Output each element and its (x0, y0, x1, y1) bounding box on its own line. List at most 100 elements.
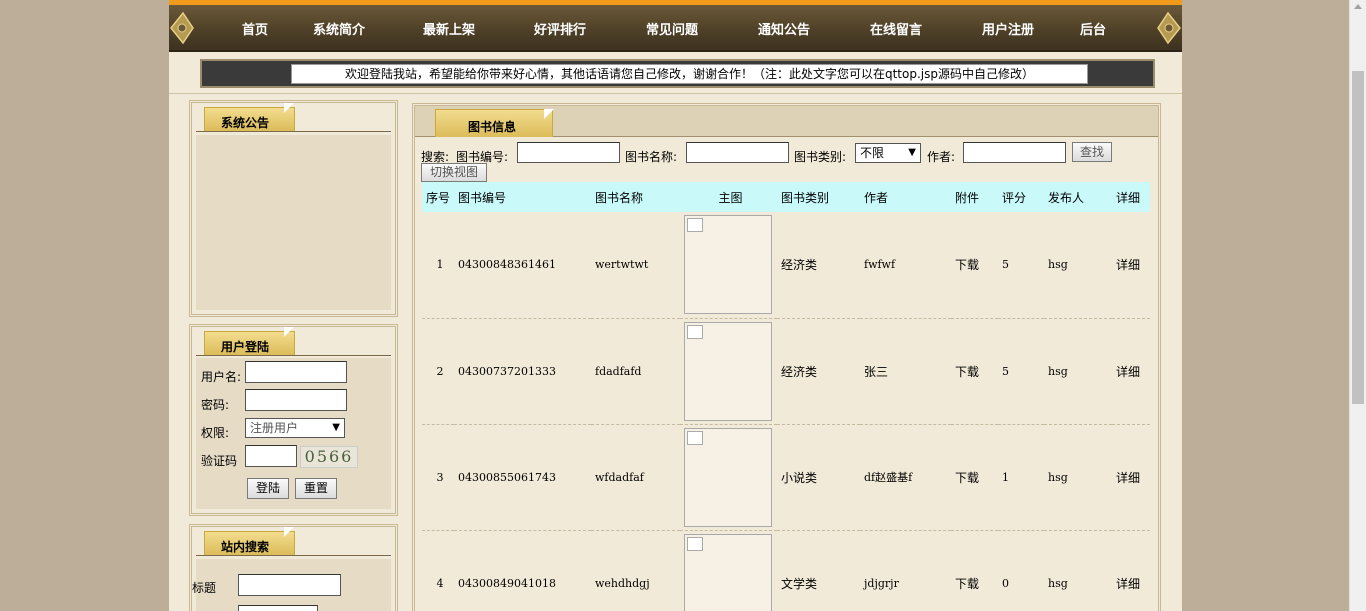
book-info-tab: 图书信息 (435, 109, 553, 137)
col-attachment: 附件 (951, 182, 998, 212)
book-category-select[interactable]: 不限 ▼ (855, 143, 921, 163)
notice-title: 系统公告 (221, 116, 270, 130)
table-row: 4 04300849041018 wehdhdgj 文学类 jdjgrjr 下载… (422, 530, 1150, 611)
book-table: 序号 图书编号 图书名称 主图 图书类别 作者 附件 评分 发布人 详细 1 0… (422, 182, 1150, 611)
download-link[interactable]: 下载 (951, 212, 998, 319)
detail-link[interactable]: 详细 (1112, 318, 1150, 425)
row-code: 04300849041018 (454, 530, 591, 611)
login-rule (196, 355, 391, 356)
login-button[interactable]: 登陆 (247, 478, 289, 499)
nav-ranking[interactable]: 好评排行 (534, 19, 586, 38)
col-image: 主图 (680, 182, 777, 212)
table-row: 2 04300737201333 fdadfafd 经济类 张三 下载 5 hs… (422, 318, 1150, 425)
captcha-image[interactable]: 0566 (300, 446, 358, 468)
row-category: 文学类 (777, 530, 860, 611)
row-image-cell (680, 318, 777, 425)
row-name: wehdhdgj (591, 530, 680, 611)
nav-register[interactable]: 用户注册 (982, 19, 1034, 38)
row-no: 1 (422, 212, 454, 319)
col-no: 序号 (422, 182, 454, 212)
marquee-text: 欢迎登陆我站，希望能给你带来好心情，其他话语请您自己修改，谢谢合作！（注：此处文… (291, 64, 1088, 84)
nav-intro[interactable]: 系统简介 (313, 19, 365, 38)
row-publisher: hsg (1044, 212, 1112, 319)
row-name: wertwtwt (591, 212, 680, 319)
row-code: 04300737201333 (454, 318, 591, 425)
row-category: 小说类 (777, 424, 860, 531)
book-category-value: 不限 (860, 146, 885, 160)
detail-link[interactable]: 详细 (1112, 212, 1150, 319)
header-divider (169, 93, 1182, 94)
scrollbar-thumb[interactable] (1352, 71, 1364, 404)
login-form: 用户名: 密码: 权限: 注册用户 ▼ 验证码 0566 登陆 重置 (196, 358, 391, 509)
detail-link[interactable]: 详细 (1112, 424, 1150, 531)
page-container: 首页 系统简介 最新上架 好评排行 常见问题 通知公告 在线留言 用户注册 后台… (169, 0, 1182, 611)
nav-new[interactable]: 最新上架 (423, 19, 475, 38)
row-image-cell (680, 530, 777, 611)
switch-view-button[interactable]: 切换视图 (421, 163, 487, 182)
chevron-down-icon: ▼ (908, 147, 916, 158)
reset-button[interactable]: 重置 (295, 478, 337, 499)
download-link[interactable]: 下载 (951, 318, 998, 425)
login-title: 用户登陆 (221, 340, 270, 354)
password-label: 密码: (201, 398, 230, 412)
notice-panel: 系统公告 (189, 100, 398, 317)
row-publisher: hsg (1044, 424, 1112, 531)
captcha-label: 验证码 (201, 454, 238, 468)
col-detail: 详细 (1112, 182, 1150, 212)
username-input[interactable] (245, 361, 347, 383)
book-cover-image[interactable] (684, 533, 772, 611)
col-rating: 评分 (998, 182, 1044, 212)
notice-tab: 系统公告 (204, 107, 295, 131)
login-tab: 用户登陆 (204, 331, 295, 355)
vertical-scrollbar[interactable] (1349, 0, 1366, 611)
detail-link[interactable]: 详细 (1112, 530, 1150, 611)
broken-image-icon (687, 430, 703, 445)
row-no: 4 (422, 530, 454, 611)
second-search-input[interactable] (238, 605, 318, 611)
author-input[interactable] (963, 142, 1066, 163)
role-select[interactable]: 注册用户 ▼ (245, 418, 345, 438)
row-author: 张三 (860, 318, 951, 425)
row-category: 经济类 (777, 318, 860, 425)
tab-corner (544, 109, 554, 119)
book-info-header: 图书信息 (415, 106, 1158, 137)
password-input[interactable] (245, 389, 347, 411)
nav-admin[interactable]: 后台 (1080, 19, 1106, 38)
search-button[interactable]: 查找 (1072, 142, 1112, 162)
book-code-input[interactable] (517, 142, 620, 163)
username-label: 用户名: (201, 370, 242, 384)
book-name-input[interactable] (686, 142, 789, 163)
search-title: 站内搜索 (221, 540, 270, 554)
book-cover-image[interactable] (684, 321, 772, 421)
title-label: 标题 (192, 581, 217, 595)
right-ornament-icon (1157, 11, 1181, 45)
row-name: wfdadfaf (591, 424, 680, 531)
search-rule (196, 555, 391, 556)
book-cover-image[interactable] (684, 427, 772, 527)
nav-notice[interactable]: 通知公告 (758, 19, 810, 38)
tab-corner (284, 327, 294, 337)
nav-home[interactable]: 首页 (242, 19, 268, 38)
search-form: 标题 (192, 559, 391, 611)
row-publisher: hsg (1044, 318, 1112, 425)
row-code: 04300855061743 (454, 424, 591, 531)
download-link[interactable]: 下载 (951, 424, 998, 531)
nav-message[interactable]: 在线留言 (870, 19, 922, 38)
left-ornament-icon (170, 11, 194, 45)
captcha-input[interactable] (245, 445, 297, 467)
broken-image-icon (687, 536, 703, 551)
role-label: 权限: (201, 426, 230, 440)
nav-faq[interactable]: 常见问题 (646, 19, 698, 38)
title-search-input[interactable] (238, 574, 341, 596)
row-code: 04300848361461 (454, 212, 591, 319)
col-code: 图书编号 (454, 182, 591, 212)
book-name-label: 图书名称: (625, 150, 678, 164)
table-row: 1 04300848361461 wertwtwt 经济类 fwfwf 下载 5… (422, 212, 1150, 319)
table-header-row: 序号 图书编号 图书名称 主图 图书类别 作者 附件 评分 发布人 详细 (422, 182, 1150, 212)
scroll-up-arrow-icon[interactable] (1354, 4, 1362, 9)
row-author: jdjgrjr (860, 530, 951, 611)
row-rating: 0 (998, 530, 1044, 611)
book-cover-image[interactable] (684, 215, 772, 315)
row-no: 3 (422, 424, 454, 531)
download-link[interactable]: 下载 (951, 530, 998, 611)
